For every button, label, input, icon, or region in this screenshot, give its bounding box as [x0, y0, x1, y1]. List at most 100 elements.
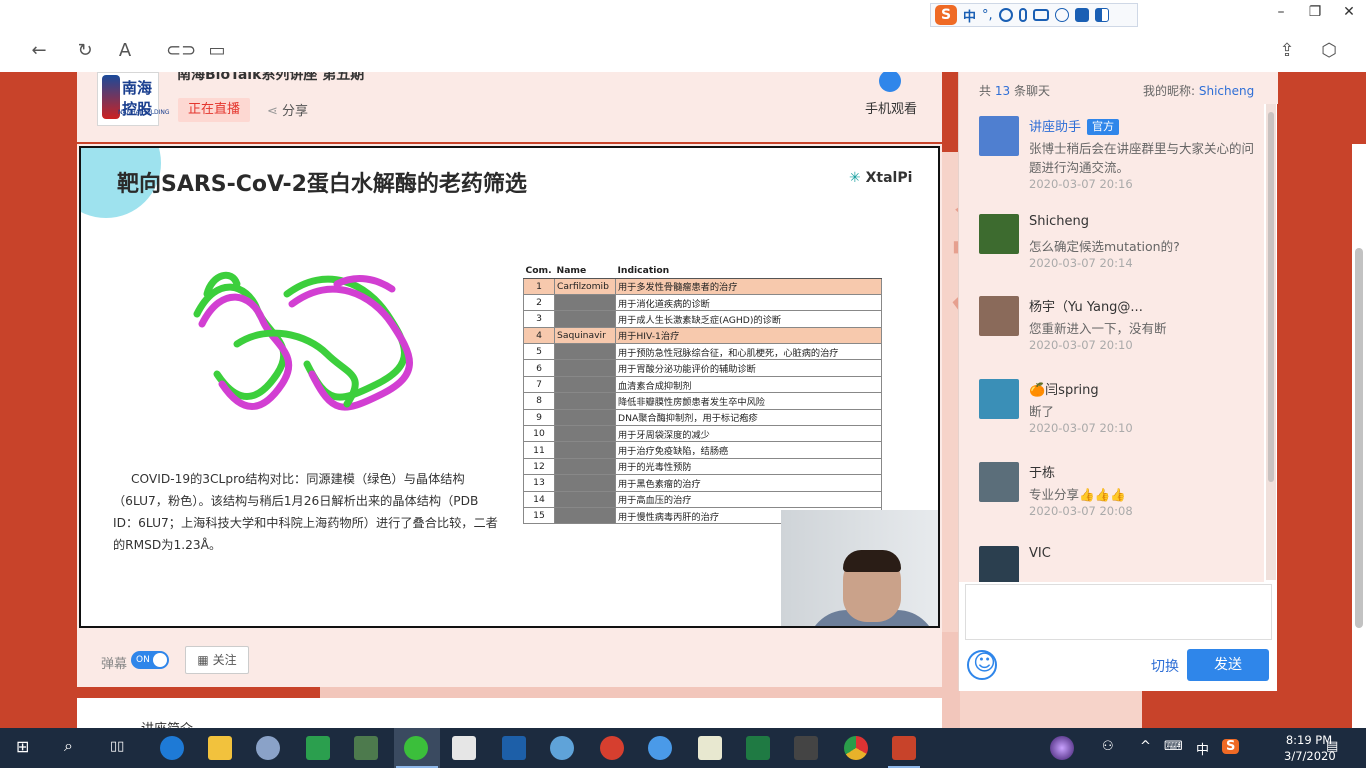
- cube-icon[interactable]: ⬡: [1318, 40, 1340, 62]
- qr-code-icon[interactable]: [879, 72, 901, 92]
- row-number: 15: [523, 506, 555, 525]
- avatar[interactable]: [979, 116, 1019, 156]
- drug-name: [554, 343, 616, 361]
- wechat-app-icon[interactable]: [404, 736, 428, 760]
- chat-scrollbar[interactable]: [1266, 104, 1276, 580]
- video-player[interactable]: 靶向SARS-CoV-2蛋白水解酶的老药筛选 ✳ XtalPi COVID-19…: [77, 144, 942, 631]
- store-app-icon[interactable]: [452, 736, 476, 760]
- avatar[interactable]: [979, 462, 1019, 502]
- search-icon[interactable]: ⌕: [64, 736, 73, 756]
- drug-indication: 用于消化道疾病的诊断: [615, 293, 882, 312]
- share-out-icon[interactable]: ⇪: [1276, 40, 1298, 62]
- restore-button[interactable]: ❐: [1304, 4, 1326, 20]
- table-row: 2 用于消化道疾病的诊断: [523, 293, 882, 312]
- sogou-app-icon[interactable]: [600, 736, 624, 760]
- galaxy-tray-icon[interactable]: [1050, 736, 1074, 760]
- link-icon[interactable]: ⊂⊃: [166, 40, 196, 62]
- chat-message-list[interactable]: 讲座助手 官方 张博士稍后会在讲座群里与大家关心的问题进行沟通交流。 2020-03-…: [959, 104, 1264, 582]
- browser-toolbar: ← ↻ A ⊂⊃ ▭ ⇪ ⬡: [0, 30, 1366, 72]
- official-badge: 官方: [1087, 119, 1120, 135]
- avatar[interactable]: [979, 214, 1019, 254]
- table-row: 3 用于成人生长激素缺乏症(AGHD)的诊断: [523, 310, 882, 328]
- follow-button[interactable]: ▦ 关注: [185, 646, 249, 674]
- drug-name: [554, 310, 616, 328]
- file-explorer-icon[interactable]: [208, 736, 232, 760]
- r-app-icon[interactable]: [256, 736, 280, 760]
- photoshop-app-icon[interactable]: [502, 736, 526, 760]
- drug-indication: 用于高血压的治疗: [615, 490, 882, 508]
- input-language[interactable]: 中: [1196, 739, 1209, 758]
- drug-name: [554, 441, 616, 459]
- page-scrollbar[interactable]: [1352, 144, 1366, 728]
- ime-language[interactable]: 中: [963, 6, 976, 25]
- start-windows-icon[interactable]: ⊞: [16, 737, 29, 756]
- switch-link[interactable]: 切换: [1151, 656, 1179, 676]
- share-button[interactable]: ⋖ 分享: [267, 100, 308, 119]
- chat-timestamp: 2020-03-07 20:16: [1029, 177, 1133, 191]
- nih-app-icon[interactable]: [794, 736, 818, 760]
- excel-app-icon[interactable]: [746, 736, 770, 760]
- emoji-icon[interactable]: [998, 8, 1013, 22]
- mobile-watch-button[interactable]: 手机观看: [865, 98, 917, 117]
- table-row: 10 用于牙周袋深度的减少: [523, 425, 882, 443]
- row-number: 7: [523, 375, 555, 394]
- notification-icon[interactable]: ▤: [1326, 739, 1338, 754]
- baidu-netdisk-icon[interactable]: [648, 736, 672, 760]
- chat-message: Shicheng 怎么确定候选mutation的? 2020-03-07 20:14: [979, 202, 1264, 284]
- toolbox-icon[interactable]: [1094, 8, 1109, 22]
- chat-timestamp: 2020-03-07 20:08: [1029, 504, 1133, 518]
- keyboard-icon[interactable]: [1032, 9, 1049, 21]
- page-scroll-thumb[interactable]: [1355, 248, 1363, 628]
- chat-message: 🍊闫spring 断了 2020-03-07 20:10: [979, 367, 1264, 449]
- settings-icon[interactable]: [1054, 8, 1069, 22]
- touch-keyboard-icon[interactable]: ⌨: [1164, 739, 1183, 754]
- avatar[interactable]: [979, 379, 1019, 419]
- drug-indication: 降低非瓣膜性房颤患者发生卒中风险: [615, 392, 882, 410]
- drug-name: [554, 293, 616, 312]
- close-button[interactable]: ✕: [1338, 4, 1360, 20]
- windows-taskbar: ⊞ ⌕ ▯▯ ⚇ ^ ⌨ 中 S 8:19 PM 3/7/2020 ▤: [0, 728, 1366, 768]
- chat-scroll-thumb[interactable]: [1268, 112, 1274, 482]
- task-view-icon[interactable]: ▯▯: [110, 739, 124, 754]
- row-number: 6: [523, 359, 555, 377]
- people-icon[interactable]: ⚇: [1102, 739, 1114, 754]
- microphone-icon[interactable]: [1018, 8, 1027, 22]
- tray-expand-icon[interactable]: ^: [1140, 739, 1151, 754]
- drug-name: [554, 392, 616, 410]
- drug-indication: 用于HIV-1治疗: [615, 326, 882, 345]
- back-arrow-icon[interactable]: ←: [28, 40, 50, 62]
- chat-sender-name: VIC: [1029, 546, 1051, 561]
- avatar[interactable]: [979, 296, 1019, 336]
- ime-toolbar[interactable]: S 中 °,: [930, 3, 1138, 27]
- send-button[interactable]: 发送: [1187, 649, 1269, 681]
- danmu-toggle[interactable]: ON: [131, 651, 169, 669]
- minimize-button[interactable]: –: [1270, 4, 1292, 20]
- chat-timestamp: 2020-03-07 20:10: [1029, 421, 1133, 435]
- chat-sender-name: 杨宇（Yu Yang@...: [1029, 300, 1143, 315]
- row-number: 14: [523, 490, 555, 508]
- molecule-app-icon[interactable]: [550, 736, 574, 760]
- video-controls-bar: 弹幕 ON ▦ 关注: [77, 631, 942, 687]
- green-app-icon[interactable]: [306, 736, 330, 760]
- printer-app-icon[interactable]: [354, 736, 378, 760]
- chrome-app-icon[interactable]: [844, 736, 868, 760]
- refresh-icon[interactable]: ↻: [74, 40, 96, 62]
- edge-app-icon[interactable]: [160, 736, 184, 760]
- chat-input[interactable]: [965, 584, 1272, 640]
- sogou-tray-icon[interactable]: S: [1222, 739, 1240, 754]
- window-icon[interactable]: ▭: [206, 40, 228, 62]
- xtalpi-logo: ✳ XtalPi: [849, 170, 913, 186]
- skin-shirt-icon[interactable]: [1074, 8, 1089, 22]
- graph-app-icon[interactable]: [698, 736, 722, 760]
- drug-indication: 用于胃酸分泌功能评价的辅助诊断: [615, 359, 882, 377]
- lecture-intro-heading: 讲座简介: [141, 718, 193, 728]
- ime-punctuation[interactable]: °,: [982, 8, 993, 23]
- emoji-icon[interactable]: [967, 650, 997, 680]
- powerpoint-app-icon[interactable]: [892, 736, 916, 760]
- avatar[interactable]: [979, 546, 1019, 582]
- drug-name: [554, 359, 616, 377]
- text-size-icon[interactable]: A: [114, 40, 136, 62]
- row-number: 4: [523, 326, 555, 345]
- chat-sender-name: 🍊闫spring: [1029, 383, 1099, 398]
- drug-name: [554, 474, 616, 492]
